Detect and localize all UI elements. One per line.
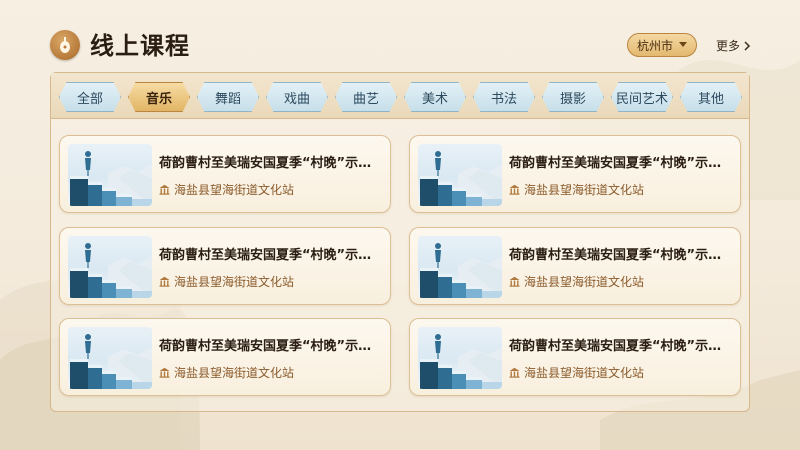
books-stairs-thumbnail-icon: [70, 243, 152, 298]
tab-fine-arts[interactable]: 美术: [404, 82, 466, 112]
chevron-right-icon: [744, 40, 751, 51]
tab-opera[interactable]: 戏曲: [266, 82, 328, 112]
tab-music[interactable]: 音乐: [128, 82, 190, 112]
more-label: 更多: [716, 39, 741, 53]
tab-photography[interactable]: 摄影: [542, 82, 604, 112]
course-venue: 海盐县望海街道文化站: [509, 181, 644, 198]
building-icon: [509, 184, 520, 195]
course-venue: 海盐县望海街道文化站: [159, 364, 294, 381]
course-title: 荷韵曹村至美瑞安国夏季“村晚”示范展示活动: [509, 339, 734, 354]
city-selector[interactable]: 杭州市: [627, 33, 697, 57]
course-thumbnail: [418, 236, 502, 298]
venue-label: 海盐县望海街道文化站: [174, 275, 295, 289]
course-card[interactable]: 荷韵曹村至美瑞安国夏季“村晚”示范展示活动 海盐县望海街道文化站: [59, 227, 391, 305]
course-title: 荷韵曹村至美瑞安国夏季“村晚”示范展示活动: [159, 248, 384, 263]
tab-all[interactable]: 全部: [59, 82, 121, 112]
course-thumbnail: [418, 144, 502, 206]
tab-other[interactable]: 其他: [680, 82, 742, 112]
course-venue: 海盐县望海街道文化站: [159, 181, 294, 198]
building-icon: [509, 276, 520, 287]
header: 线上课程 杭州市 更多: [0, 0, 800, 72]
course-thumbnail: [418, 327, 502, 389]
course-thumbnail: [68, 144, 152, 206]
course-title: 荷韵曹村至美瑞安国夏季“村晚”示范展示活动: [159, 339, 384, 354]
building-icon: [159, 184, 170, 195]
pipa-logo-icon: [50, 30, 80, 60]
tab-folk-art[interactable]: 民间艺术: [611, 82, 673, 112]
course-card[interactable]: 荷韵曹村至美瑞安国夏季“村晚”示范展示活动 海盐县望海街道文化站: [59, 135, 391, 213]
course-card[interactable]: 荷韵曹村至美瑞安国夏季“村晚”示范展示活动 海盐县望海街道文化站: [409, 135, 741, 213]
caret-down-icon: [679, 42, 687, 47]
page-title: 线上课程: [90, 32, 190, 60]
tab-dance[interactable]: 舞蹈: [197, 82, 259, 112]
venue-label: 海盐县望海街道文化站: [174, 366, 295, 380]
venue-label: 海盐县望海街道文化站: [524, 183, 645, 197]
tab-quyi[interactable]: 曲艺: [335, 82, 397, 112]
more-link[interactable]: 更多: [716, 37, 751, 54]
building-icon: [159, 367, 170, 378]
building-icon: [509, 367, 520, 378]
books-stairs-thumbnail-icon: [70, 334, 152, 389]
category-tabs: 全部 音乐 舞蹈 戏曲 曲艺 美术 书法 摄影 民间艺术 其他: [51, 73, 749, 119]
books-stairs-thumbnail-icon: [420, 151, 502, 206]
books-stairs-thumbnail-icon: [420, 243, 502, 298]
course-card[interactable]: 荷韵曹村至美瑞安国夏季“村晚”示范展示活动 海盐县望海街道文化站: [409, 227, 741, 305]
course-venue: 海盐县望海街道文化站: [509, 364, 644, 381]
course-venue: 海盐县望海街道文化站: [159, 273, 294, 290]
venue-label: 海盐县望海街道文化站: [174, 183, 295, 197]
course-venue: 海盐县望海街道文化站: [509, 273, 644, 290]
course-thumbnail: [68, 327, 152, 389]
building-icon: [159, 276, 170, 287]
books-stairs-thumbnail-icon: [70, 151, 152, 206]
books-stairs-thumbnail-icon: [420, 334, 502, 389]
city-label: 杭州市: [636, 38, 673, 53]
course-thumbnail: [68, 236, 152, 298]
course-title: 荷韵曹村至美瑞安国夏季“村晚”示范展示活动: [509, 248, 734, 263]
course-card[interactable]: 荷韵曹村至美瑞安国夏季“村晚”示范展示活动 海盐县望海街道文化站: [59, 318, 391, 396]
course-card[interactable]: 荷韵曹村至美瑞安国夏季“村晚”示范展示活动 海盐县望海街道文化站: [409, 318, 741, 396]
course-title: 荷韵曹村至美瑞安国夏季“村晚”示范展示活动: [159, 156, 384, 171]
course-title: 荷韵曹村至美瑞安国夏季“村晚”示范展示活动: [509, 156, 734, 171]
tab-calligraphy[interactable]: 书法: [473, 82, 535, 112]
venue-label: 海盐县望海街道文化站: [524, 366, 645, 380]
venue-label: 海盐县望海街道文化站: [524, 275, 645, 289]
